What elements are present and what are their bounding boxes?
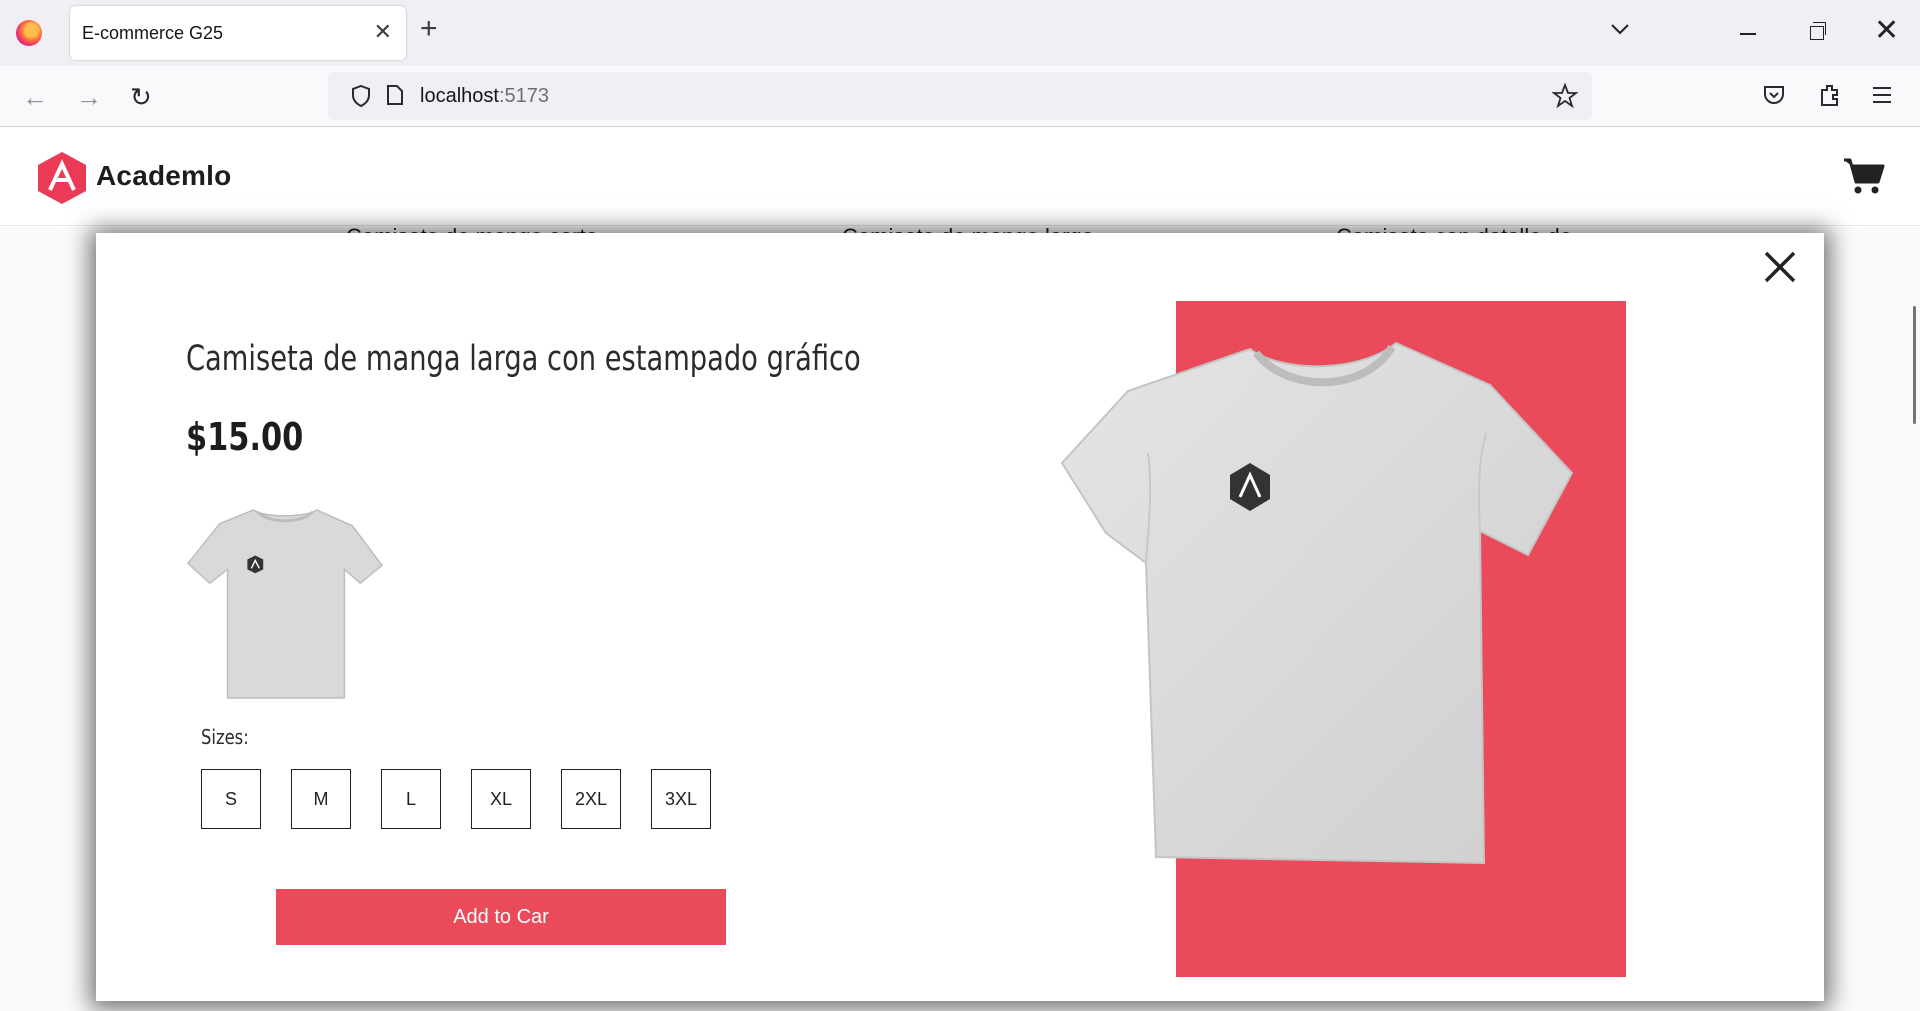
url-text: localhost:5173 <box>420 85 549 107</box>
browser-tab[interactable]: E-commerce G25 ✕ <box>70 6 406 60</box>
pocket-icon[interactable] <box>1762 84 1786 106</box>
window-close-button[interactable]: ✕ <box>1874 16 1899 46</box>
forward-icon[interactable]: → <box>76 84 102 110</box>
browser-tab-bar: E-commerce G25 ✕ + ✕ <box>0 0 1920 66</box>
product-title: Camiseta de manga larga con estampado gr… <box>186 339 861 379</box>
url-bar[interactable]: localhost:5173 <box>328 72 1592 120</box>
tab-close-icon[interactable]: ✕ <box>374 20 392 44</box>
shield-icon[interactable] <box>350 84 372 108</box>
window-restore-button[interactable] <box>1810 22 1826 40</box>
size-option-3xl[interactable]: 3XL <box>651 769 711 829</box>
reload-icon[interactable]: ↻ <box>130 84 152 110</box>
product-price: $15.00 <box>186 415 304 459</box>
chevron-down-icon[interactable] <box>1610 22 1630 36</box>
brand-name[interactable]: Academlo <box>96 160 231 192</box>
academlo-logo-icon[interactable] <box>36 150 88 206</box>
size-option-s[interactable]: S <box>201 769 261 829</box>
site-header: Academlo <box>0 128 1920 226</box>
star-icon[interactable] <box>1552 83 1578 109</box>
product-main-image <box>1060 341 1574 865</box>
menu-icon[interactable] <box>1872 86 1892 104</box>
size-option-m[interactable]: M <box>291 769 351 829</box>
cart-icon[interactable] <box>1842 156 1886 196</box>
size-option-l[interactable]: L <box>381 769 441 829</box>
tab-title: E-commerce G25 <box>82 23 224 43</box>
new-tab-plus-icon[interactable]: + <box>420 14 438 44</box>
add-to-cart-button[interactable]: Add to Car <box>276 889 726 945</box>
size-option-xl[interactable]: XL <box>471 769 531 829</box>
back-icon[interactable]: ← <box>22 84 48 110</box>
close-icon[interactable] <box>1760 247 1800 287</box>
firefox-icon <box>16 20 42 46</box>
window-minimize-button[interactable] <box>1740 33 1756 35</box>
browser-nav-bar: ← → ↻ localhost:5173 <box>0 66 1920 127</box>
page-icon <box>387 85 403 105</box>
product-modal: Camiseta de manga larga con estampado gr… <box>96 233 1824 1001</box>
size-option-2xl[interactable]: 2XL <box>561 769 621 829</box>
sizes-label: Sizes: <box>201 725 249 749</box>
product-thumbnail[interactable] <box>186 503 384 703</box>
extensions-icon[interactable] <box>1818 82 1842 108</box>
